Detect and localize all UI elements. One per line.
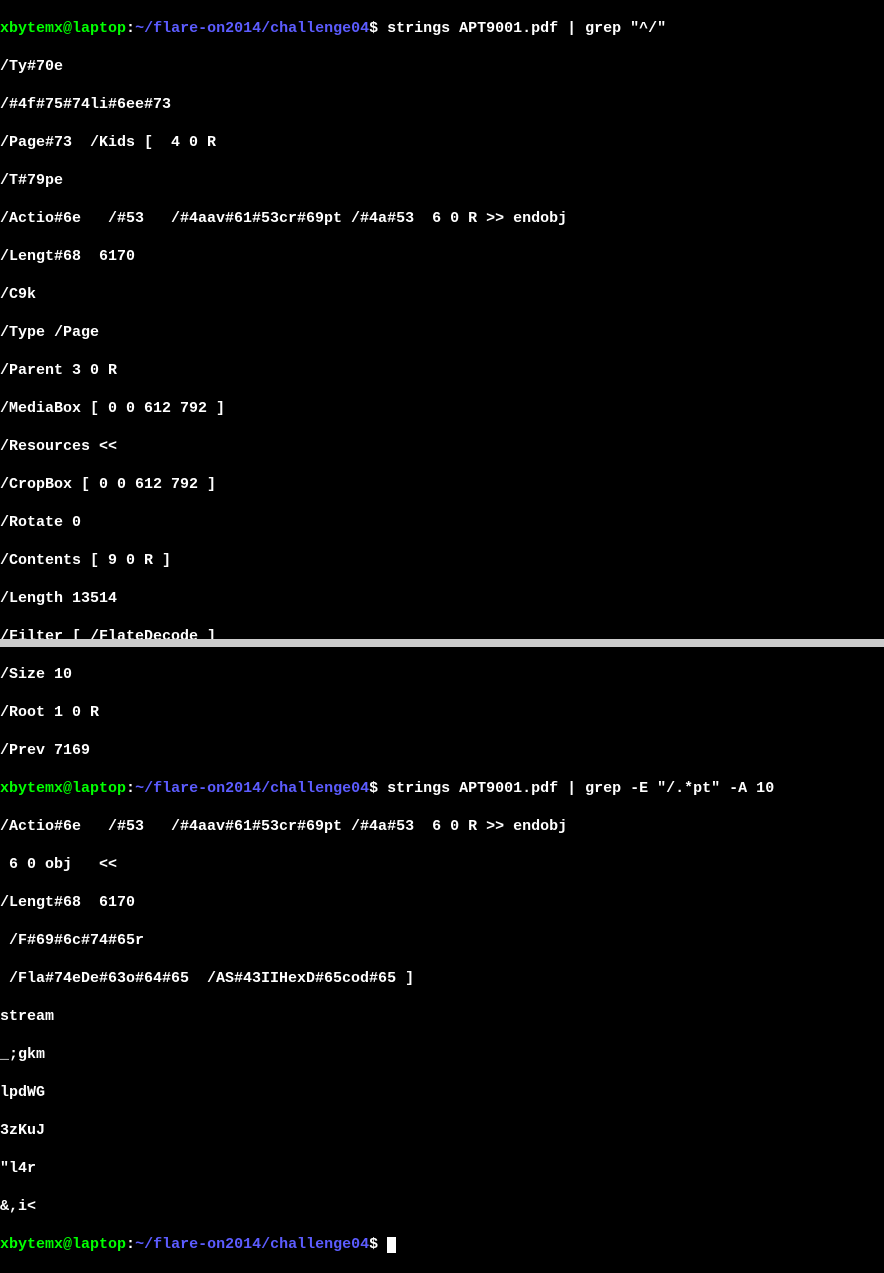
prompt-dollar: $ [369, 780, 378, 797]
output-line: /Fla#74eDe#63o#64#65 /AS#43IIHexD#65cod#… [0, 969, 884, 988]
prompt-path: ~/flare-on2014/challenge04 [135, 20, 369, 37]
output-line: lpdWG [0, 1083, 884, 1102]
output-line: /Parent 3 0 R [0, 361, 884, 380]
prompt-at: @ [63, 20, 72, 37]
prompt-at: @ [63, 1236, 72, 1253]
bottom-border [0, 639, 884, 647]
output-line: /CropBox [ 0 0 612 792 ] [0, 475, 884, 494]
output-line: /Ty#70e [0, 57, 884, 76]
prompt-dollar: $ [369, 1236, 378, 1253]
output-line: /Actio#6e /#53 /#4aav#61#53cr#69pt /#4a#… [0, 209, 884, 228]
prompt-host: laptop [72, 20, 126, 37]
output-line: _;gkm [0, 1045, 884, 1064]
output-line: stream [0, 1007, 884, 1026]
output-line: 3zKuJ [0, 1121, 884, 1140]
prompt-path: ~/flare-on2014/challenge04 [135, 1236, 369, 1253]
prompt-host: laptop [72, 1236, 126, 1253]
output-line: /Root 1 0 R [0, 703, 884, 722]
prompt-user: xbytemx [0, 20, 63, 37]
prompt-at: @ [63, 780, 72, 797]
output-line: /Type /Page [0, 323, 884, 342]
output-line: /MediaBox [ 0 0 612 792 ] [0, 399, 884, 418]
output-line: "l4r [0, 1159, 884, 1178]
output-line: /Length 13514 [0, 589, 884, 608]
output-line: /Page#73 /Kids [ 4 0 R [0, 133, 884, 152]
output-line: 6 0 obj << [0, 855, 884, 874]
prompt-line-3[interactable]: xbytemx@laptop:~/flare-on2014/challenge0… [0, 1235, 884, 1254]
prompt-user: xbytemx [0, 780, 63, 797]
cursor-icon [387, 1237, 396, 1253]
output-line: /Actio#6e /#53 /#4aav#61#53cr#69pt /#4a#… [0, 817, 884, 836]
prompt-dollar: $ [369, 20, 378, 37]
output-line: /C9k [0, 285, 884, 304]
terminal-window[interactable]: xbytemx@laptop:~/flare-on2014/challenge0… [0, 0, 884, 1273]
output-line: /Lengt#68 6170 [0, 893, 884, 912]
output-line: &,i< [0, 1197, 884, 1216]
output-line: /Resources << [0, 437, 884, 456]
output-line: /Prev 7169 [0, 741, 884, 760]
command-input[interactable] [378, 1236, 387, 1253]
prompt-path: ~/flare-on2014/challenge04 [135, 780, 369, 797]
prompt-user: xbytemx [0, 1236, 63, 1253]
output-line: /Contents [ 9 0 R ] [0, 551, 884, 570]
command-text: strings APT9001.pdf | grep "^/" [378, 20, 666, 37]
prompt-colon: : [126, 1236, 135, 1253]
prompt-colon: : [126, 780, 135, 797]
prompt-line-2: xbytemx@laptop:~/flare-on2014/challenge0… [0, 779, 884, 798]
prompt-host: laptop [72, 780, 126, 797]
output-line: /#4f#75#74li#6ee#73 [0, 95, 884, 114]
output-line: /Size 10 [0, 665, 884, 684]
prompt-colon: : [126, 20, 135, 37]
output-line: /F#69#6c#74#65r [0, 931, 884, 950]
output-line: /Lengt#68 6170 [0, 247, 884, 266]
output-line: /Rotate 0 [0, 513, 884, 532]
command-text: strings APT9001.pdf | grep -E "/.*pt" -A… [378, 780, 774, 797]
prompt-line-1: xbytemx@laptop:~/flare-on2014/challenge0… [0, 19, 884, 38]
output-line: /T#79pe [0, 171, 884, 190]
